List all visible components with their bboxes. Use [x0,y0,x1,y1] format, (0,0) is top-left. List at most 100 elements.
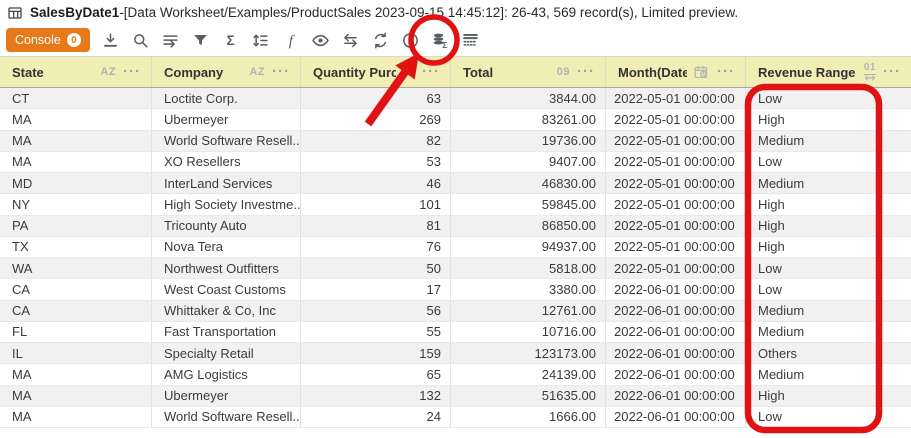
cell-total[interactable]: 59845.00 [451,194,606,215]
cell-quantity[interactable]: 76 [301,237,451,258]
cell-month-date[interactable]: 2022-05-01 00:00:00 [606,152,746,173]
cell-month-date[interactable]: 2022-05-01 00:00:00 [606,173,746,194]
cell-state[interactable]: MA [0,407,152,428]
cell-total[interactable]: 5818.00 [451,258,606,279]
column-header-month-date[interactable]: Month(Date)··· [606,57,746,87]
cell-revenue-range[interactable]: High [746,237,911,258]
cell-company[interactable]: World Software Resell... [152,407,301,428]
cell-month-date[interactable]: 2022-05-01 00:00:00 [606,131,746,152]
cell-month-date[interactable]: 2022-06-01 00:00:00 [606,301,746,322]
cell-company[interactable]: Northwest Outfitters [152,258,301,279]
cell-company[interactable]: World Software Resell... [152,131,301,152]
cell-month-date[interactable]: 2022-05-01 00:00:00 [606,216,746,237]
cell-state[interactable]: FL [0,322,152,343]
cell-quantity[interactable]: 65 [301,364,451,385]
cell-revenue-range[interactable]: Medium [746,322,911,343]
cell-quantity[interactable]: 269 [301,109,451,130]
cell-revenue-range[interactable]: Medium [746,131,911,152]
cell-month-date[interactable]: 2022-06-01 00:00:00 [606,386,746,407]
cell-company[interactable]: Nova Tera [152,237,301,258]
cell-company[interactable]: West Coast Customs [152,279,301,300]
cell-company[interactable]: AMG Logistics [152,364,301,385]
cell-month-date[interactable]: 2022-06-01 00:00:00 [606,279,746,300]
cell-company[interactable]: Loctite Corp. [152,88,301,109]
cell-quantity[interactable]: 53 [301,152,451,173]
cell-company[interactable]: Ubermeyer [152,386,301,407]
cell-total[interactable]: 10716.00 [451,322,606,343]
cell-state[interactable]: PA [0,216,152,237]
cell-company[interactable]: Fast Transportation [152,322,301,343]
cell-state[interactable]: WA [0,258,152,279]
cell-company[interactable]: Ubermeyer [152,109,301,130]
cell-quantity[interactable]: 101 [301,194,451,215]
cell-revenue-range[interactable]: Others [746,343,911,364]
column-menu-dots-icon[interactable]: ··· [272,67,290,77]
cell-company[interactable]: Specialty Retail [152,343,301,364]
cell-quantity[interactable]: 132 [301,386,451,407]
column-header-revenue-range[interactable]: Revenue Range01··· [746,57,911,87]
cell-total[interactable]: 9407.00 [451,152,606,173]
column-menu-dots-icon[interactable]: ··· [883,67,901,77]
cell-quantity[interactable]: 55 [301,322,451,343]
download-icon[interactable] [96,26,126,54]
cell-revenue-range[interactable]: Low [746,152,911,173]
aggregate-data-sigma-icon[interactable]: Σ [426,26,456,54]
cell-company[interactable]: Tricounty Auto [152,216,301,237]
cell-state[interactable]: MA [0,364,152,385]
cell-quantity[interactable]: 46 [301,173,451,194]
cell-revenue-range[interactable]: Medium [746,364,911,385]
cell-revenue-range[interactable]: High [746,109,911,130]
cell-state[interactable]: TX [0,237,152,258]
cell-month-date[interactable]: 2022-05-01 00:00:00 [606,194,746,215]
cell-state[interactable]: MA [0,131,152,152]
cell-quantity[interactable]: 63 [301,88,451,109]
cell-quantity[interactable]: 50 [301,258,451,279]
cell-total[interactable]: 12761.00 [451,301,606,322]
cell-total[interactable]: 3844.00 [451,88,606,109]
refresh-icon[interactable] [366,26,396,54]
cell-month-date[interactable]: 2022-06-01 00:00:00 [606,322,746,343]
console-button[interactable]: Console 0 [6,28,90,52]
function-f-icon[interactable]: f [276,26,306,54]
cell-quantity[interactable]: 24 [301,407,451,428]
cell-revenue-range[interactable]: High [746,386,911,407]
cell-revenue-range[interactable]: Low [746,88,911,109]
cell-state[interactable]: NY [0,194,152,215]
cell-total[interactable]: 46830.00 [451,173,606,194]
column-header-company[interactable]: CompanyAZ··· [152,57,301,87]
cell-revenue-range[interactable]: High [746,194,911,215]
cell-state[interactable]: MA [0,152,152,173]
eye-preview-icon[interactable] [306,26,336,54]
play-circle-icon[interactable] [396,26,426,54]
cell-month-date[interactable]: 2022-05-01 00:00:00 [606,109,746,130]
cell-company[interactable]: XO Resellers [152,152,301,173]
cell-total[interactable]: 19736.00 [451,131,606,152]
cell-month-date[interactable]: 2022-06-01 00:00:00 [606,364,746,385]
cell-total[interactable]: 83261.00 [451,109,606,130]
cell-total[interactable]: 1666.00 [451,407,606,428]
cell-revenue-range[interactable]: Low [746,407,911,428]
cell-total[interactable]: 3380.00 [451,279,606,300]
cell-quantity[interactable]: 159 [301,343,451,364]
cell-state[interactable]: CT [0,88,152,109]
cell-month-date[interactable]: 2022-06-01 00:00:00 [606,407,746,428]
cell-month-date[interactable]: 2022-05-01 00:00:00 [606,237,746,258]
group-rows-icon[interactable] [456,26,486,54]
cell-quantity[interactable]: 81 [301,216,451,237]
sigma-sum-icon[interactable]: Σ [216,26,246,54]
cell-revenue-range[interactable]: Medium [746,173,911,194]
cell-company[interactable]: InterLand Services [152,173,301,194]
cell-total[interactable]: 24139.00 [451,364,606,385]
filter-icon[interactable] [186,26,216,54]
column-header-quantity[interactable]: Quantity Purcha...09··· [301,57,451,87]
column-menu-dots-icon[interactable]: ··· [422,67,440,77]
cell-state[interactable]: CA [0,279,152,300]
cell-company[interactable]: High Society Investme... [152,194,301,215]
cell-total[interactable]: 123173.00 [451,343,606,364]
cell-quantity[interactable]: 17 [301,279,451,300]
cell-total[interactable]: 51635.00 [451,386,606,407]
cell-revenue-range[interactable]: Low [746,279,911,300]
cell-revenue-range[interactable]: Low [746,258,911,279]
cell-state[interactable]: MD [0,173,152,194]
column-header-state[interactable]: StateAZ··· [0,57,152,87]
